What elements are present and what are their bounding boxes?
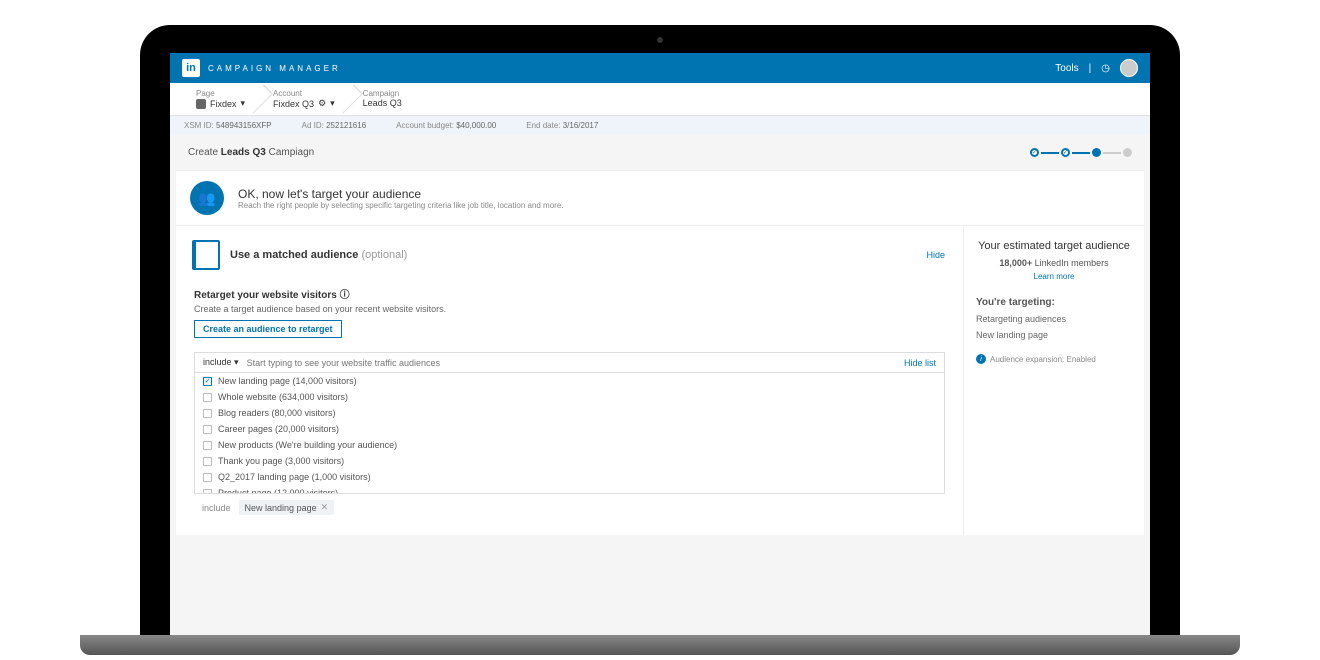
chevron-down-icon: ▾ bbox=[241, 98, 246, 109]
top-bar: in CAMPAIGN MANAGER Tools | ◷ bbox=[170, 53, 1150, 83]
info-icon[interactable]: ⓘ bbox=[340, 290, 350, 301]
selected-chips: include New landing page✕ bbox=[194, 494, 945, 521]
retarget-desc: Create a target audience based on your r… bbox=[194, 304, 945, 314]
step-2 bbox=[1061, 148, 1070, 157]
info-icon[interactable]: i bbox=[976, 354, 986, 364]
checkbox-icon[interactable] bbox=[203, 473, 212, 482]
audience-expansion: iAudience expansion: Enabled bbox=[976, 354, 1132, 364]
audience-label: Career pages (20,000 visitors) bbox=[218, 424, 339, 434]
avatar[interactable] bbox=[1120, 59, 1138, 77]
audience-label: Blog readers (80,000 visitors) bbox=[218, 408, 336, 418]
chevron-down-icon: ▾ bbox=[330, 98, 335, 109]
progress-steps bbox=[1030, 148, 1132, 157]
divider: | bbox=[1089, 63, 1092, 74]
audience-label: Q2_2017 landing page (1,000 visitors) bbox=[218, 472, 371, 482]
checkbox-icon[interactable] bbox=[203, 409, 212, 418]
meta-bar: XSM ID: 548943156XFP Ad ID: 252121616 Ac… bbox=[170, 116, 1150, 135]
learn-more-link[interactable]: Learn more bbox=[976, 272, 1132, 281]
audience-list: include ▾ Hide list ✓ New landing page (1… bbox=[194, 352, 945, 494]
hero-banner: 👥 OK, now let's target your audience Rea… bbox=[176, 170, 1144, 226]
audience-icon: 👥 bbox=[190, 181, 224, 215]
hero-subtitle: Reach the right people by selecting spec… bbox=[238, 201, 564, 210]
breadcrumb-campaign: Campaign Leads Q3 bbox=[349, 89, 416, 109]
targeting-value: New landing page bbox=[976, 330, 1132, 340]
chip-remove-icon[interactable]: ✕ bbox=[321, 502, 329, 513]
page-header: Create Leads Q3 Campiagn bbox=[170, 135, 1150, 170]
side-title: Your estimated target audience bbox=[976, 240, 1132, 252]
matched-title: Use a matched audience (optional) bbox=[230, 249, 407, 261]
hide-list-link[interactable]: Hide list bbox=[904, 358, 936, 368]
side-panel: Your estimated target audience 18,000+ L… bbox=[964, 226, 1144, 535]
retarget-title: Retarget your website visitors ⓘ bbox=[194, 286, 945, 301]
linkedin-logo-icon: in bbox=[182, 59, 200, 77]
matched-audience-icon bbox=[194, 240, 220, 270]
breadcrumb-page[interactable]: Page Fixdex ▾ bbox=[182, 89, 259, 109]
step-3-current bbox=[1092, 148, 1101, 157]
checkbox-icon[interactable] bbox=[203, 393, 212, 402]
audience-option[interactable]: Product page (12,000 visitors) bbox=[195, 485, 944, 493]
main-panel: Use a matched audience (optional) Hide R… bbox=[176, 226, 964, 535]
targeting-header: You're targeting: bbox=[976, 297, 1132, 308]
audience-search-input[interactable] bbox=[247, 358, 904, 368]
audience-size: 18,000+ LinkedIn members bbox=[976, 258, 1132, 268]
audience-option[interactable]: New products (We're building your audien… bbox=[195, 437, 944, 453]
app-title: CAMPAIGN MANAGER bbox=[208, 64, 341, 73]
checkbox-icon[interactable] bbox=[203, 489, 212, 494]
include-dropdown[interactable]: include ▾ bbox=[203, 357, 239, 368]
audience-option[interactable]: Career pages (20,000 visitors) bbox=[195, 421, 944, 437]
clock-icon[interactable]: ◷ bbox=[1101, 63, 1110, 74]
audience-option[interactable]: Q2_2017 landing page (1,000 visitors) bbox=[195, 469, 944, 485]
audience-option[interactable]: Blog readers (80,000 visitors) bbox=[195, 405, 944, 421]
breadcrumb-account[interactable]: Account Fixdex Q3 ⚙▾ bbox=[259, 89, 349, 109]
checkbox-icon[interactable] bbox=[203, 441, 212, 450]
breadcrumb: Page Fixdex ▾ Account Fixdex Q3 ⚙▾ Campa… bbox=[170, 83, 1150, 116]
audience-option[interactable]: Thank you page (3,000 visitors) bbox=[195, 453, 944, 469]
checkbox-icon[interactable] bbox=[203, 425, 212, 434]
audience-label: Whole website (634,000 visitors) bbox=[218, 392, 348, 402]
checkbox-icon[interactable] bbox=[203, 457, 212, 466]
step-1 bbox=[1030, 148, 1039, 157]
audience-label: New products (We're building your audien… bbox=[218, 440, 397, 450]
page-title: Create Leads Q3 Campiagn bbox=[188, 147, 314, 158]
chip-new-landing-page: New landing page✕ bbox=[239, 500, 335, 515]
targeting-segment: Retargeting audiences bbox=[976, 314, 1132, 324]
create-audience-button[interactable]: Create an audience to retarget bbox=[194, 320, 342, 338]
gear-icon[interactable]: ⚙ bbox=[318, 98, 326, 109]
audience-option[interactable]: ✓ New landing page (14,000 visitors) bbox=[195, 373, 944, 389]
hide-link[interactable]: Hide bbox=[926, 250, 945, 260]
tools-link[interactable]: Tools bbox=[1055, 63, 1078, 74]
audience-label: Product page (12,000 visitors) bbox=[218, 488, 338, 493]
audience-label: New landing page (14,000 visitors) bbox=[218, 376, 357, 386]
hero-title: OK, now let's target your audience bbox=[238, 187, 564, 201]
step-4 bbox=[1123, 148, 1132, 157]
page-icon bbox=[196, 99, 206, 109]
checkbox-icon[interactable]: ✓ bbox=[203, 377, 212, 386]
audience-option[interactable]: Whole website (634,000 visitors) bbox=[195, 389, 944, 405]
audience-label: Thank you page (3,000 visitors) bbox=[218, 456, 344, 466]
